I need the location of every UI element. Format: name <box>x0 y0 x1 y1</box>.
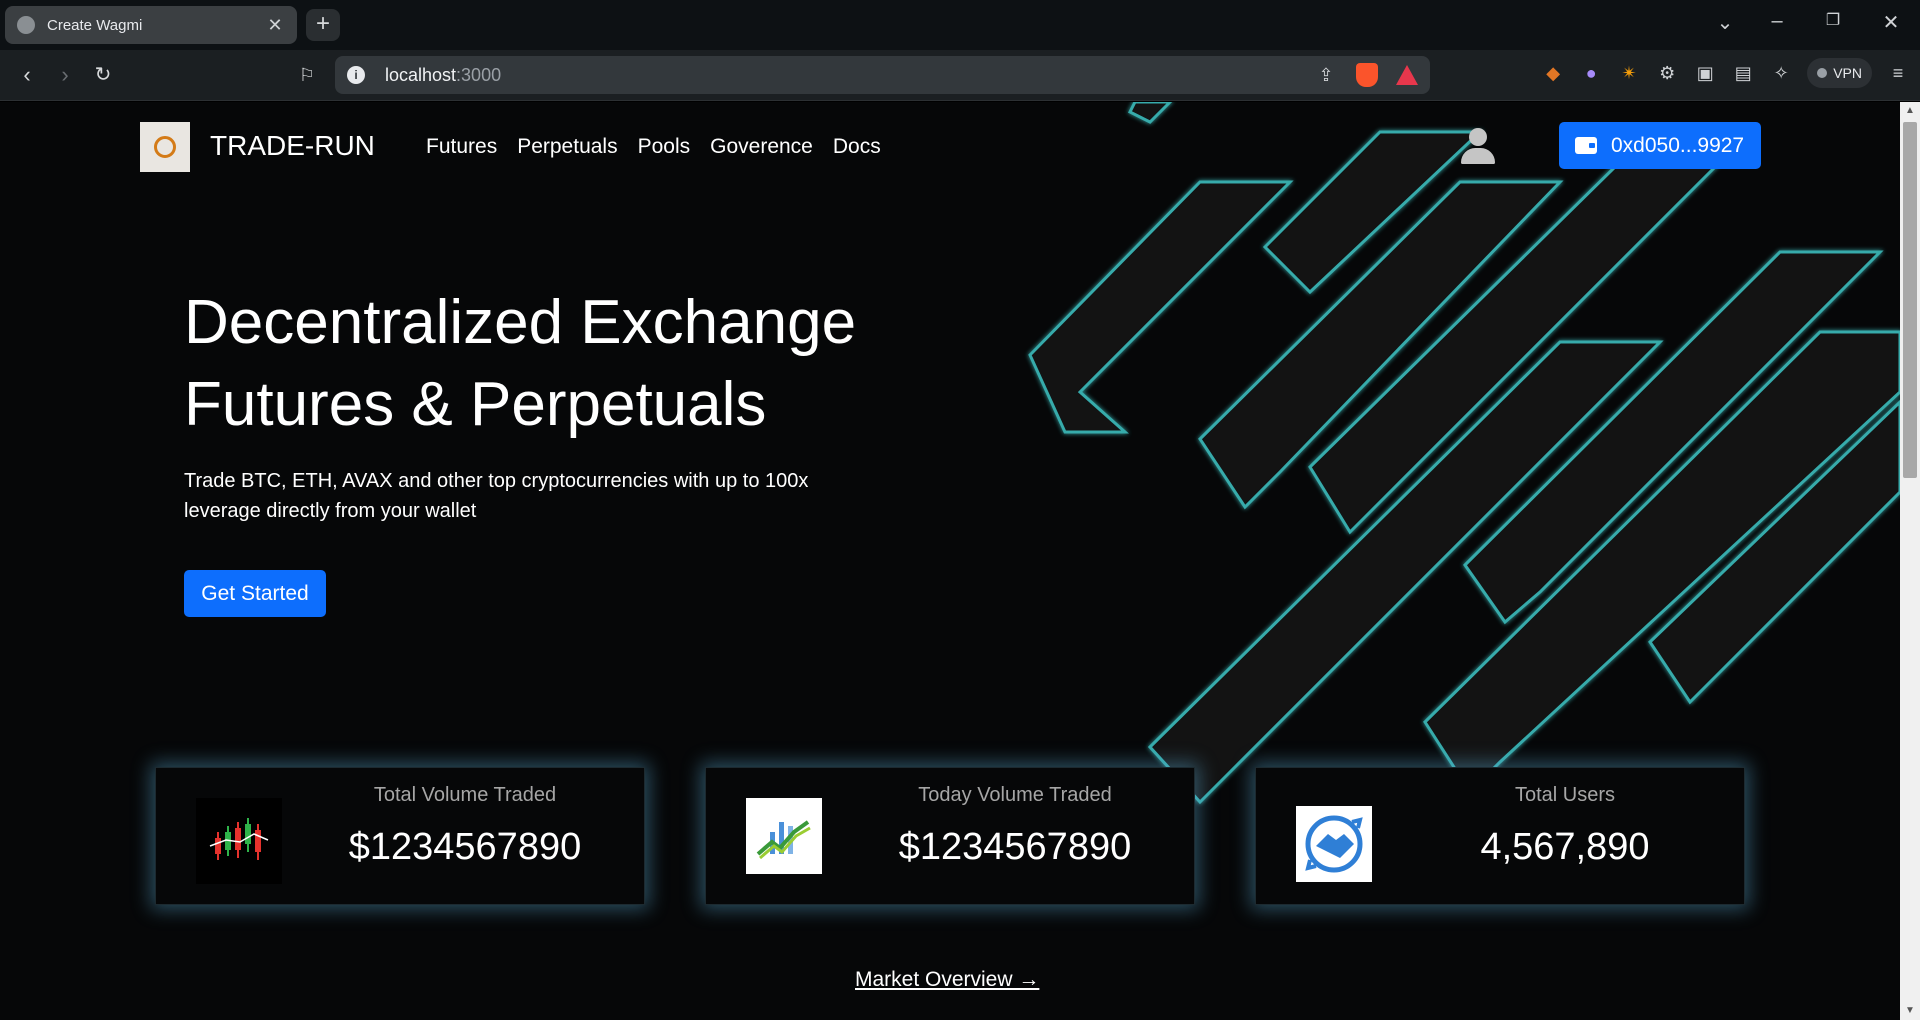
nav-link-pools[interactable]: Pools <box>638 135 691 159</box>
back-icon[interactable]: ‹ <box>12 61 42 91</box>
new-tab-button[interactable]: + <box>306 9 340 41</box>
hero-subtitle: Trade BTC, ETH, AVAX and other top crypt… <box>184 470 809 522</box>
restore-icon[interactable]: ❐ <box>1818 10 1848 30</box>
nav-link-futures[interactable]: Futures <box>426 135 497 159</box>
minimize-icon[interactable]: – <box>1762 10 1792 33</box>
vpn-button[interactable]: VPN <box>1807 58 1872 88</box>
page: TRADE-RUN Futures Perpetuals Pools Gover… <box>0 102 1900 1020</box>
nav-links: Futures Perpetuals Pools Goverence Docs <box>426 135 881 159</box>
stat-card-total-users: Total Users 4,567,890 <box>1255 767 1745 905</box>
scrollbar-thumb[interactable] <box>1903 122 1917 478</box>
metamask-icon[interactable]: ◆ <box>1541 61 1565 85</box>
sidebar-icon[interactable]: ▣ <box>1693 61 1717 85</box>
browser-tab-bar: Create Wagmi ✕ + ⌄ – ❐ ✕ <box>0 0 1920 50</box>
stat-label: Total Volume Traded <box>373 784 557 806</box>
stat-card-total-volume: Total Volume Traded $1234567890 <box>155 767 645 905</box>
stat-value: $1234567890 <box>348 826 582 868</box>
stat-value: 4,567,890 <box>1480 826 1650 868</box>
wallet-address: 0xd050...9927 <box>1611 133 1745 157</box>
vpn-status-icon <box>1817 68 1828 78</box>
nav-link-perpetuals[interactable]: Perpetuals <box>517 135 617 159</box>
brave-rewards-icon[interactable] <box>1396 65 1418 85</box>
wallet-connect-button[interactable]: 0xd050...9927 <box>1559 122 1761 169</box>
globe-icon <box>17 16 35 34</box>
scroll-up-icon[interactable]: ▲ <box>1900 102 1920 120</box>
menu-icon[interactable]: ≡ <box>1886 61 1910 85</box>
close-tab-icon[interactable]: ✕ <box>265 15 285 36</box>
site-logo[interactable] <box>140 122 190 172</box>
wallet-icon[interactable]: ▤ <box>1731 61 1755 85</box>
market-overview-link[interactable]: Market Overview → <box>855 968 1039 992</box>
extensions-area: ◆ ● ✴ ⚙ ▣ ▤ ✧ VPN ≡ <box>1541 58 1910 88</box>
url-port: :3000 <box>456 64 502 85</box>
logo-mark-icon <box>154 136 176 158</box>
handshake-icon <box>1296 806 1372 882</box>
leo-ai-icon[interactable]: ✧ <box>1769 61 1793 85</box>
stats-row: Total Volume Traded $1234567890 Today Vo… <box>155 767 1745 905</box>
scroll-down-icon[interactable]: ▼ <box>1900 1002 1920 1020</box>
stat-card-today-volume: Today Volume Traded $1234567890 <box>705 767 1195 905</box>
growth-chart-icon <box>746 798 822 874</box>
site-info-icon[interactable]: i <box>347 66 365 84</box>
browser-toolbar: ‹ › ↻ ⚐ i localhost:3000 ⇪ ◆ ● ✴ ⚙ ▣ ▤ ✧… <box>0 50 1920 101</box>
user-head-shape <box>1469 128 1487 146</box>
brave-shields-icon[interactable] <box>1356 63 1378 87</box>
tab-title: Create Wagmi <box>47 16 143 34</box>
tab-search-icon[interactable]: ⌄ <box>1710 10 1740 35</box>
candlestick-chart-icon <box>196 798 282 884</box>
url-host: localhost <box>385 64 457 85</box>
reload-icon[interactable]: ↻ <box>88 61 118 91</box>
forward-icon[interactable]: › <box>50 61 80 91</box>
stat-label: Today Volume Traded <box>918 784 1112 806</box>
get-started-button[interactable]: Get Started <box>184 570 326 617</box>
close-window-icon[interactable]: ✕ <box>1876 10 1906 35</box>
browser-tab[interactable]: Create Wagmi ✕ <box>5 6 297 44</box>
hero-section: Decentralized Exchange Futures & Perpetu… <box>184 282 944 526</box>
page-scrollbar[interactable]: ▲ ▼ <box>1900 102 1920 1020</box>
vpn-label: VPN <box>1833 65 1862 81</box>
phantom-icon[interactable]: ● <box>1579 61 1603 85</box>
address-bar[interactable]: i localhost:3000 ⇪ <box>335 56 1430 94</box>
nav-link-governance[interactable]: Goverence <box>710 135 813 159</box>
bookmark-icon[interactable]: ⚐ <box>292 61 322 91</box>
extensions-puzzle-icon[interactable]: ⚙ <box>1655 61 1679 85</box>
brand-name[interactable]: TRADE-RUN <box>210 130 375 162</box>
hero-title-line-1: Decentralized Exchange <box>184 288 857 357</box>
share-icon[interactable]: ⇪ <box>1314 63 1338 87</box>
hero-title-line-2: Futures & Perpetuals <box>184 370 767 439</box>
site-navbar: TRADE-RUN Futures Perpetuals Pools Gover… <box>140 122 1761 172</box>
user-avatar-icon[interactable] <box>1460 128 1496 166</box>
stat-label: Total Users <box>1514 784 1616 806</box>
hero-title: Decentralized Exchange Futures & Perpetu… <box>184 282 944 446</box>
wallet-icon <box>1575 137 1597 154</box>
sparkle-extension-icon[interactable]: ✴ <box>1617 61 1641 85</box>
stat-value: $1234567890 <box>898 826 1132 868</box>
nav-link-docs[interactable]: Docs <box>833 135 881 159</box>
user-body-shape <box>1461 148 1495 164</box>
